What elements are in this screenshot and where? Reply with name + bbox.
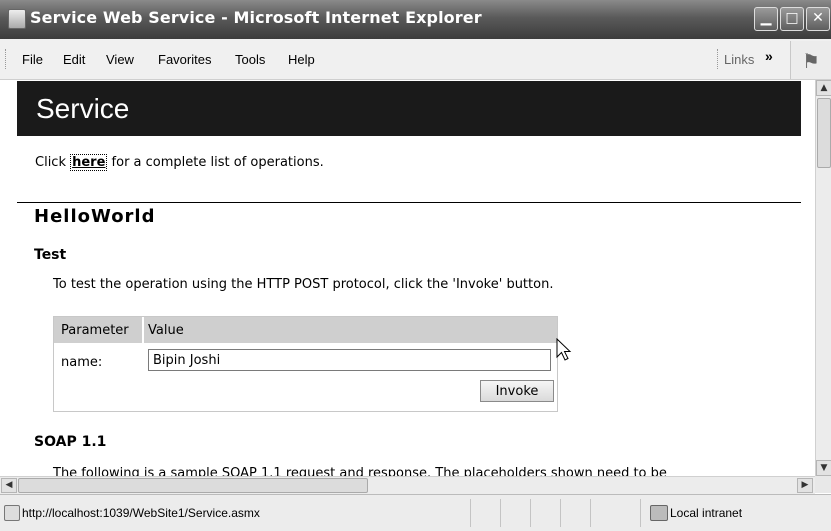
test-heading: Test <box>34 247 67 263</box>
window-title: Service Web Service - Microsoft Internet… <box>30 8 482 27</box>
page-done-icon <box>4 505 20 521</box>
scroll-left-icon[interactable]: ◀ <box>1 478 17 493</box>
page-title: Service <box>36 93 130 124</box>
scroll-right-icon[interactable]: ▶ <box>797 478 813 493</box>
menu-edit[interactable]: Edit <box>63 52 85 67</box>
invoke-button[interactable]: Invoke <box>480 380 554 402</box>
intro-suffix: for a complete list of operations. <box>107 155 324 170</box>
intro-prefix: Click <box>35 155 71 170</box>
vertical-scroll-thumb[interactable] <box>817 98 831 168</box>
operation-title: HelloWorld <box>34 206 156 227</box>
close-button[interactable]: ✕ <box>806 7 830 31</box>
menu-favorites[interactable]: Favorites <box>158 52 211 67</box>
menu-bar: File Edit View Favorites Tools Help Link… <box>0 39 831 80</box>
minimize-button[interactable]: ▁ <box>754 7 778 31</box>
soap-heading: SOAP 1.1 <box>34 434 107 450</box>
ie-page-icon <box>8 9 26 29</box>
menu-view[interactable]: View <box>106 52 134 67</box>
parameter-header: Parameter <box>61 323 129 338</box>
service-header: Service <box>17 81 801 136</box>
windows-logo-icon: ⚑ <box>790 41 831 79</box>
chevron-icon[interactable]: » <box>765 48 773 64</box>
page-viewport: Service Click here for a complete list o… <box>0 80 815 476</box>
menu-file[interactable]: File <box>22 52 43 67</box>
vertical-scrollbar[interactable]: ▲ ▼ <box>815 80 831 476</box>
intro-text: Click here for a complete list of operat… <box>35 154 324 171</box>
status-separator <box>560 499 561 527</box>
links-separator <box>717 49 720 69</box>
status-bar: http://localhost:1039/WebSite1/Service.a… <box>0 494 831 531</box>
security-zone: Local intranet <box>670 506 743 520</box>
scroll-up-icon[interactable]: ▲ <box>816 80 831 96</box>
intranet-zone-icon <box>650 505 668 521</box>
horizontal-scroll-thumb[interactable] <box>18 478 368 493</box>
links-toolbar[interactable]: Links <box>724 52 754 67</box>
status-separator <box>640 499 641 527</box>
scrollbar-corner <box>815 476 831 493</box>
section-divider <box>17 202 801 203</box>
mouse-cursor-icon <box>556 338 572 361</box>
menu-help[interactable]: Help <box>288 52 315 67</box>
status-separator <box>500 499 501 527</box>
menu-tools[interactable]: Tools <box>235 52 265 67</box>
title-bar: Service Web Service - Microsoft Internet… <box>0 0 831 39</box>
status-separator <box>470 499 471 527</box>
name-label: name: <box>61 355 103 370</box>
form-header: Parameter Value <box>54 317 557 343</box>
status-separator <box>590 499 591 527</box>
scroll-down-icon[interactable]: ▼ <box>816 460 831 476</box>
value-header: Value <box>148 323 184 338</box>
toolbar-grip <box>5 49 8 69</box>
operations-link[interactable]: here <box>70 154 108 171</box>
maximize-button[interactable]: □ <box>780 7 804 31</box>
test-description: To test the operation using the HTTP POS… <box>53 277 554 292</box>
soap-description: The following is a sample SOAP 1.1 reque… <box>53 466 667 476</box>
invoke-form: Parameter Value name: Invoke <box>53 316 558 412</box>
name-input[interactable] <box>148 349 551 371</box>
horizontal-scrollbar[interactable]: ◀ ▶ <box>0 476 815 494</box>
header-separator <box>142 317 144 343</box>
status-url: http://localhost:1039/WebSite1/Service.a… <box>22 506 260 520</box>
status-separator <box>530 499 531 527</box>
